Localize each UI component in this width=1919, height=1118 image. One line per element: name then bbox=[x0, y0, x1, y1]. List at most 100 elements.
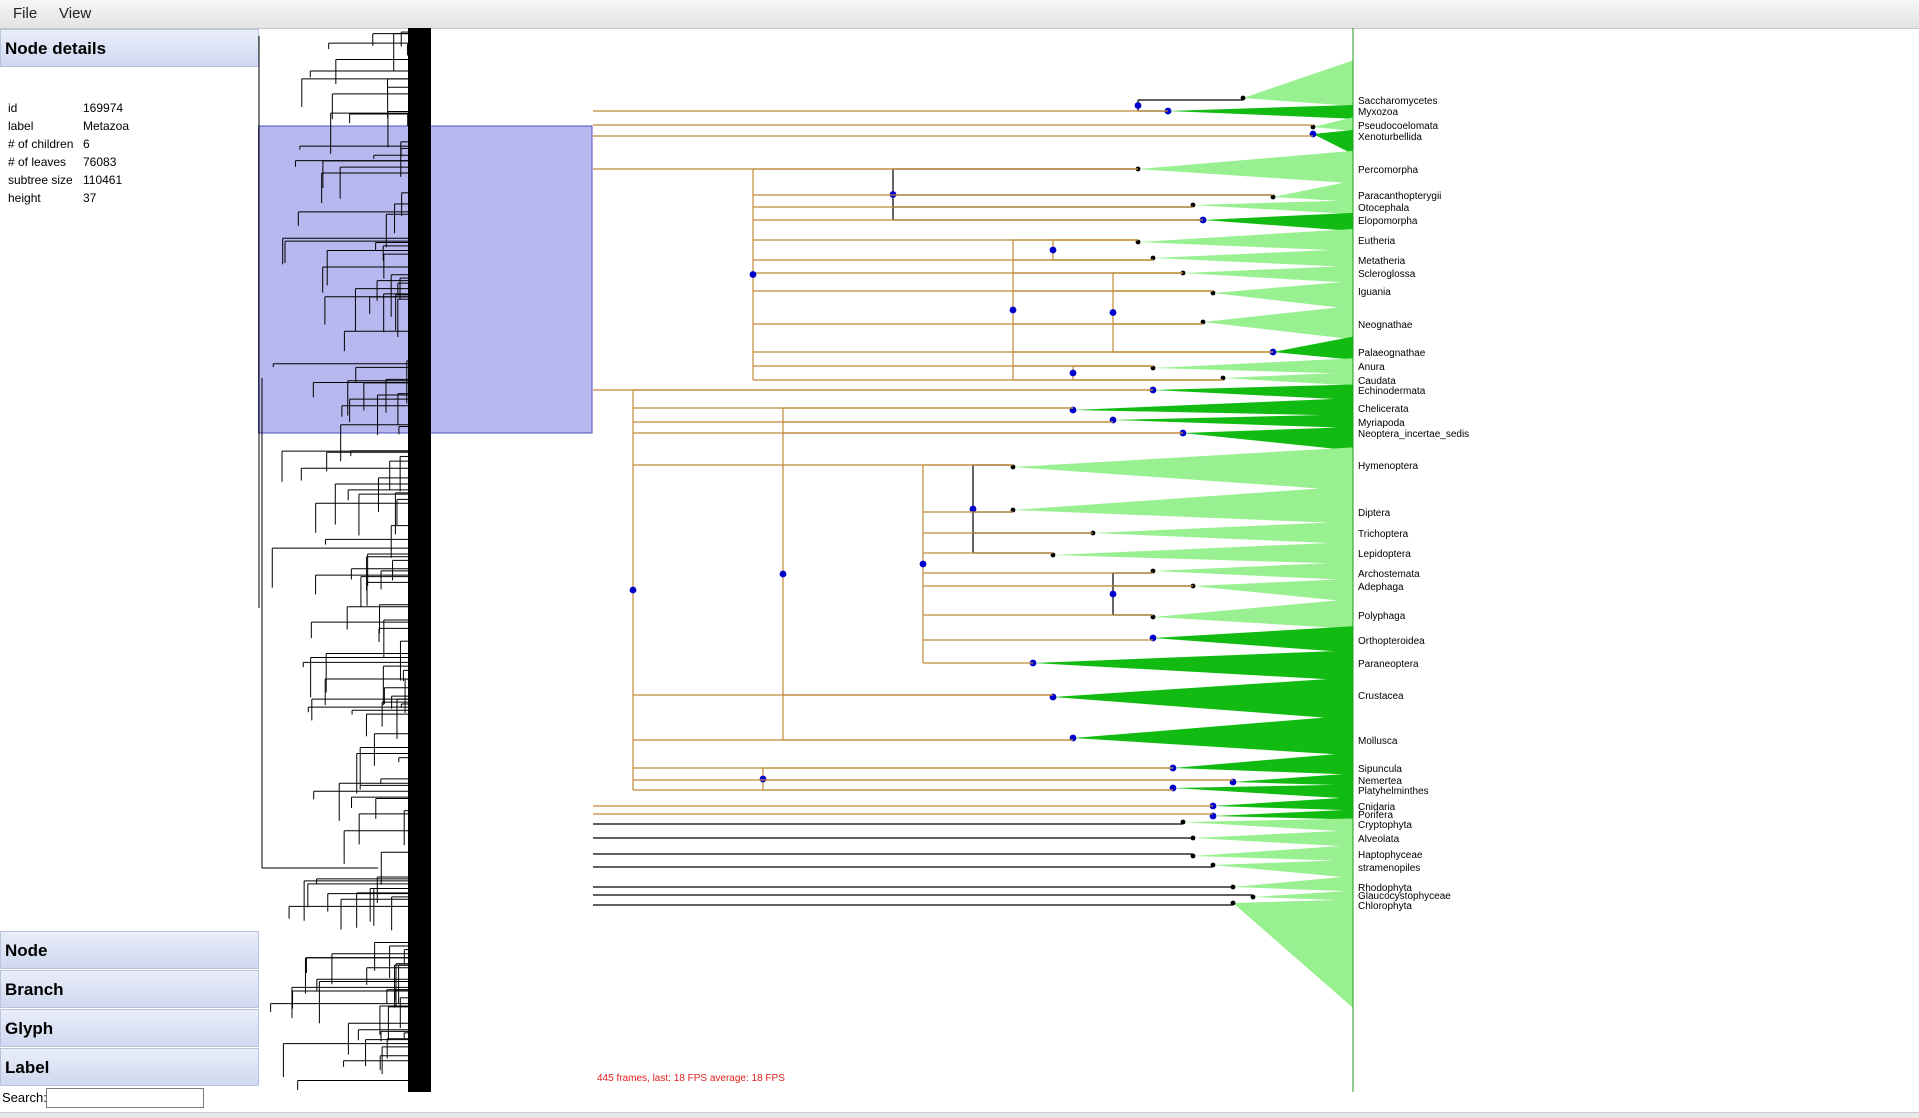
clade-label: Paracanthopterygii bbox=[1358, 191, 1441, 202]
detail-key: subtree size bbox=[8, 173, 73, 187]
clade-label: Xenoturbellida bbox=[1358, 132, 1422, 143]
clade-triangle bbox=[1183, 818, 1353, 832]
clade-label: Myxozoa bbox=[1358, 107, 1398, 118]
clade-triangle bbox=[1183, 426, 1353, 451]
clade-triangle bbox=[1173, 784, 1353, 799]
clade-label: Chlorophyta bbox=[1358, 901, 1412, 912]
fps-counter: 445 frames, last: 18 FPS average: 18 FPS bbox=[597, 1073, 785, 1084]
internal-node-dot bbox=[749, 271, 757, 278]
clade-label: Platyhelminthes bbox=[1358, 786, 1429, 797]
search-input[interactable] bbox=[46, 1088, 204, 1108]
detail-row-leaves: # of leaves 76083 bbox=[0, 155, 255, 175]
clade-label: Neoptera_incertae_sedis bbox=[1358, 429, 1469, 440]
clade-triangle bbox=[1013, 486, 1353, 524]
clade-label: stramenopiles bbox=[1358, 863, 1420, 874]
detail-row-label: label Metazoa bbox=[0, 119, 255, 139]
clade-triangle bbox=[1153, 384, 1353, 400]
clade-label: Palaeognathae bbox=[1358, 348, 1426, 359]
clade-triangle bbox=[1193, 578, 1353, 602]
search-label: Search: bbox=[2, 1090, 47, 1105]
clade-label: Anura bbox=[1358, 362, 1385, 373]
section-label[interactable]: Label bbox=[0, 1048, 259, 1086]
main-tree-view[interactable]: SaccharomycetesMyxozoa PseudocoelomataXen… bbox=[593, 28, 1919, 1092]
overview-leaf-mass bbox=[408, 28, 430, 1092]
internal-node-dot bbox=[1069, 369, 1077, 377]
clade-triangle bbox=[1193, 200, 1353, 215]
clade-triangle bbox=[1213, 859, 1353, 878]
clade-triangle bbox=[1153, 599, 1353, 629]
clade-label: Diptera bbox=[1358, 508, 1391, 519]
clade-label: Polyphaga bbox=[1358, 611, 1406, 622]
clade-triangle bbox=[1073, 715, 1353, 756]
clade-triangle bbox=[1203, 305, 1353, 340]
internal-node-dot bbox=[779, 570, 787, 578]
clade-triangle bbox=[1213, 281, 1353, 310]
internal-node-dot bbox=[629, 586, 637, 594]
clade-label: Elopomorpha bbox=[1358, 216, 1418, 227]
clade-triangle bbox=[1233, 876, 1353, 892]
section-glyph[interactable]: Glyph bbox=[0, 1009, 259, 1047]
clade-triangle bbox=[1153, 358, 1353, 374]
clade-label: Archostemata bbox=[1358, 569, 1420, 580]
detail-key: # of children bbox=[8, 137, 74, 151]
internal-node-dot bbox=[919, 560, 927, 568]
detail-row-id: id 169974 bbox=[0, 101, 255, 121]
detail-key: # of leaves bbox=[8, 155, 67, 169]
detail-row-subtree-size: subtree size 110461 bbox=[0, 173, 255, 193]
detail-value: 169974 bbox=[83, 101, 124, 115]
clade-triangle bbox=[1253, 890, 1353, 901]
clade-label: Sipuncula bbox=[1358, 764, 1402, 775]
status-bar bbox=[0, 1112, 1919, 1118]
clade-triangle bbox=[1183, 265, 1353, 283]
detail-value: 6 bbox=[83, 137, 90, 151]
menu-file[interactable]: File bbox=[13, 5, 37, 22]
clade-label: Neognathae bbox=[1358, 320, 1413, 331]
detail-row-children: # of children 6 bbox=[0, 137, 255, 157]
clade-label: Adephaga bbox=[1358, 582, 1404, 593]
clade-label: Orthopteroidea bbox=[1358, 636, 1425, 647]
clade-label: Percomorpha bbox=[1358, 165, 1418, 176]
clade-label: Paraneoptera bbox=[1358, 659, 1419, 670]
clade-triangle bbox=[1033, 650, 1353, 681]
clade-triangle bbox=[1153, 626, 1353, 653]
section-node[interactable]: Node bbox=[0, 931, 259, 969]
clade-label: Echinodermata bbox=[1358, 386, 1426, 397]
clade-label: Saccharomycetes bbox=[1358, 96, 1437, 107]
clade-label: Lepidoptera bbox=[1358, 549, 1411, 560]
detail-value: 76083 bbox=[83, 155, 117, 169]
internal-node-dot bbox=[969, 505, 977, 513]
clade-triangle bbox=[1233, 773, 1353, 786]
clade-triangle bbox=[1173, 752, 1353, 775]
clade-label: Hymenoptera bbox=[1358, 461, 1418, 472]
clade-label: Eutheria bbox=[1358, 236, 1396, 247]
clade-triangle bbox=[1138, 150, 1353, 184]
clade-triangle bbox=[1093, 521, 1353, 544]
clade-triangle bbox=[1213, 809, 1353, 820]
clade-triangle bbox=[1138, 229, 1353, 251]
overview-tree[interactable] bbox=[258, 28, 594, 1092]
clade-label: Chelicerata bbox=[1358, 404, 1409, 415]
node-details-header[interactable]: Node details bbox=[0, 29, 259, 67]
detail-key: height bbox=[8, 191, 41, 205]
internal-node-dot bbox=[759, 775, 767, 783]
detail-value: 110461 bbox=[83, 173, 123, 187]
menu-view[interactable]: View bbox=[59, 5, 91, 22]
section-branch[interactable]: Branch bbox=[0, 970, 259, 1008]
clade-triangle bbox=[1313, 117, 1353, 132]
clade-triangle bbox=[1073, 398, 1353, 416]
clade-label: Alveolata bbox=[1358, 834, 1400, 845]
internal-node-dot bbox=[1009, 306, 1017, 314]
clade-label: Haptophyceae bbox=[1358, 850, 1423, 861]
clade-triangle bbox=[1193, 845, 1353, 862]
clade-label: Cryptophyta bbox=[1358, 820, 1412, 831]
menu-bar: File View bbox=[0, 0, 1919, 29]
internal-node-dot bbox=[1109, 309, 1117, 316]
detail-value: 37 bbox=[83, 191, 97, 205]
clade-label: Iguania bbox=[1358, 287, 1391, 298]
clade-label: Scleroglossa bbox=[1358, 269, 1416, 280]
clade-triangle bbox=[1273, 336, 1353, 360]
clade-triangle bbox=[1233, 899, 1353, 1008]
clade-triangle bbox=[1053, 542, 1353, 564]
clade-label: Crustacea bbox=[1358, 691, 1404, 702]
clade-triangle bbox=[1168, 104, 1353, 119]
